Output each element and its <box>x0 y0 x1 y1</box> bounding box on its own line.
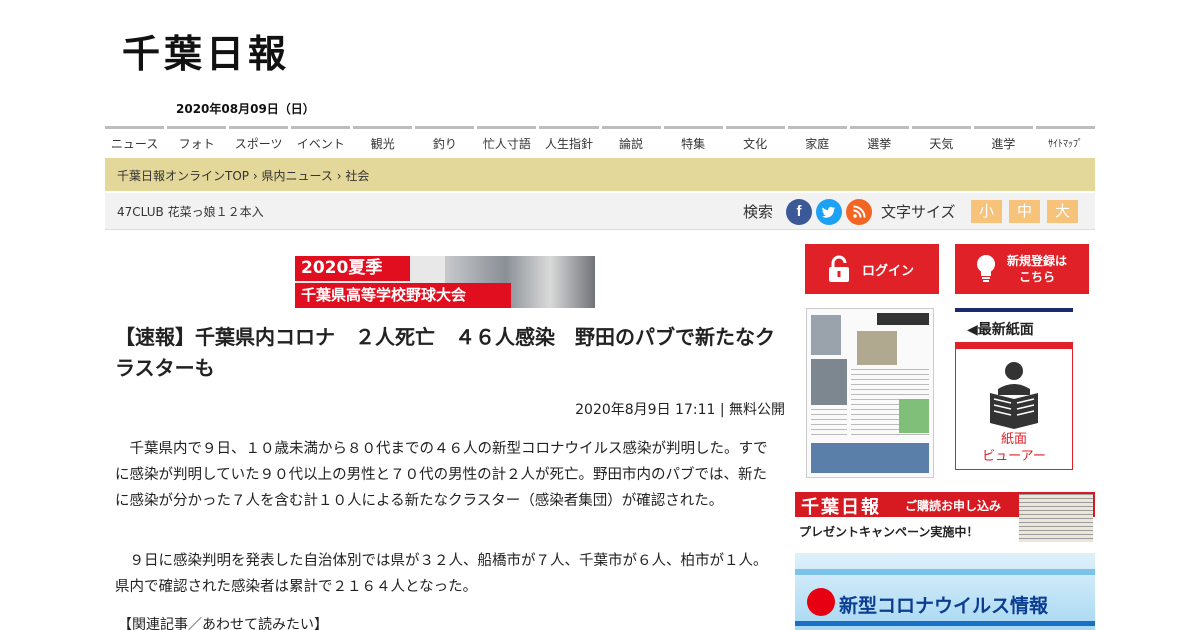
paper-viewer-label-line2: ビューアー <box>982 449 1046 464</box>
login-button[interactable]: ログイン <box>805 244 939 294</box>
subscription-logo: 千葉日報 <box>801 497 881 518</box>
nav-item-sitemap[interactable]: ｻｲﾄﾏｯﾌﾟ <box>1035 126 1095 156</box>
site-logo[interactable]: 千葉日報 <box>122 30 342 78</box>
banner-tournament-label: 千葉県高等学校野球大会 <box>295 283 511 308</box>
nav-item-life[interactable]: 人生指針 <box>539 126 599 156</box>
thumbnail-ad <box>811 443 929 473</box>
thumbnail-photo <box>811 359 847 405</box>
breadcrumb-separator: › <box>336 169 342 183</box>
article-headline: 【速報】千葉県内コロナ ２人死亡 ４６人感染 野田のパブで新たなクラスターも <box>115 325 775 380</box>
article-paragraph: 千葉県内で９日、１０歳未満から８０代までの４６人の新型コロナウイルス感染が判明し… <box>115 441 768 509</box>
nav-item-home[interactable]: 家庭 <box>787 126 847 156</box>
article-paragraph: ９日に感染判明を発表した自治体別では県が３２人、船橋市が７人、千葉市が６人、柏市… <box>115 553 768 595</box>
nav-item-column[interactable]: 忙人寸語 <box>477 126 537 156</box>
paper-viewer-label-line1: 紙面 <box>1000 432 1027 447</box>
nav-item-event[interactable]: イベント <box>291 126 351 156</box>
subscription-cta: ご購読お申し込み <box>905 499 1002 513</box>
twitter-icon[interactable] <box>816 199 842 225</box>
baseball-tournament-banner[interactable]: 2020夏季 千葉県高等学校野球大会 <box>295 256 595 308</box>
thumbnail-photo <box>811 315 841 355</box>
paper-viewer-label: 紙面 ビューアー <box>956 431 1072 465</box>
red-circle-icon <box>807 588 835 616</box>
banner-stripe <box>795 569 1095 575</box>
breadcrumb-society[interactable]: 社会 <box>345 169 369 183</box>
nav-item-weather[interactable]: 天気 <box>911 126 971 156</box>
register-label: 新規登録は こちら <box>1007 253 1067 285</box>
breadcrumb-separator: › <box>252 169 258 183</box>
nav-item-photo[interactable]: フォト <box>167 126 227 156</box>
latest-edition-thumbnail[interactable] <box>806 308 934 478</box>
thumbnail-text-block <box>811 409 847 439</box>
font-size-medium-button[interactable]: 中 <box>1009 200 1040 223</box>
nav-item-news[interactable]: ニュース <box>105 126 165 156</box>
nav-item-culture[interactable]: 文化 <box>725 126 785 156</box>
subscription-banner[interactable]: 千葉日報 ご購読お申し込み プレゼントキャンペーン実施中！ <box>795 492 1095 542</box>
nav-item-fishing[interactable]: 釣り <box>415 126 475 156</box>
login-label: ログイン <box>862 264 915 279</box>
banner-year-label: 2020夏季 <box>295 256 410 281</box>
register-button[interactable]: 新規登録は こちら <box>955 244 1089 294</box>
rss-icon[interactable] <box>846 199 872 225</box>
related-articles-heading: 【関連記事／あわせて読みたい】 <box>118 617 328 630</box>
nav-item-sports[interactable]: スポーツ <box>229 126 289 156</box>
facebook-icon[interactable]: f <box>786 199 812 225</box>
font-size-large-button[interactable]: 大 <box>1047 200 1078 223</box>
nav-item-feature[interactable]: 特集 <box>663 126 723 156</box>
current-date: 2020年08月09日（日） <box>176 102 315 116</box>
nav-item-editorial[interactable]: 論説 <box>601 126 661 156</box>
nav-item-election[interactable]: 選挙 <box>849 126 909 156</box>
newspaper-reader-icon <box>990 362 1038 429</box>
main-nav: ニュース フォト スポーツ イベント 観光 釣り 忙人寸語 人生指針 論説 特集… <box>105 126 1095 156</box>
font-size-label: 文字サイズ <box>881 203 956 221</box>
ticker-link[interactable]: 47CLUB 花菜っ娘１２本入 <box>117 203 264 220</box>
lightbulb-icon <box>977 255 995 282</box>
covid-info-banner[interactable]: 新型コロナウイルス情報 <box>795 553 1095 630</box>
covid-info-label: 新型コロナウイルス情報 <box>839 595 1049 617</box>
thumbnail-graphic <box>899 399 929 433</box>
nav-item-education[interactable]: 進学 <box>973 126 1033 156</box>
lock-icon <box>829 255 849 282</box>
banner-bottom-bar <box>795 621 1095 626</box>
subscription-campaign: プレゼントキャンペーン実施中！ <box>799 525 979 539</box>
breadcrumb-local-news[interactable]: 県内ニュース <box>261 169 332 183</box>
newspaper-image <box>1019 494 1093 542</box>
article-meta: 2020年8月9日 17:11 | 無料公開 <box>575 402 785 418</box>
breadcrumb-top[interactable]: 千葉日報オンラインTOP <box>117 169 249 183</box>
font-size-small-button[interactable]: 小 <box>971 200 1002 223</box>
thumbnail-photo <box>857 331 897 365</box>
register-label-line2: こちら <box>1019 270 1056 284</box>
latest-edition-heading[interactable]: ◀最新紙面 <box>955 308 1073 342</box>
register-label-line1: 新規登録は <box>1007 254 1068 268</box>
search-link[interactable]: 検索 <box>743 201 773 222</box>
breadcrumb: 千葉日報オンラインTOP › 県内ニュース › 社会 <box>105 158 1095 191</box>
paper-viewer-link[interactable]: 紙面 ビューアー <box>955 342 1073 470</box>
nav-item-tourism[interactable]: 観光 <box>353 126 413 156</box>
thumbnail-masthead <box>877 313 929 325</box>
utility-bar: 47CLUB 花菜っ娘１２本入 検索 f 文字サイズ 小 中 大 <box>105 193 1095 230</box>
